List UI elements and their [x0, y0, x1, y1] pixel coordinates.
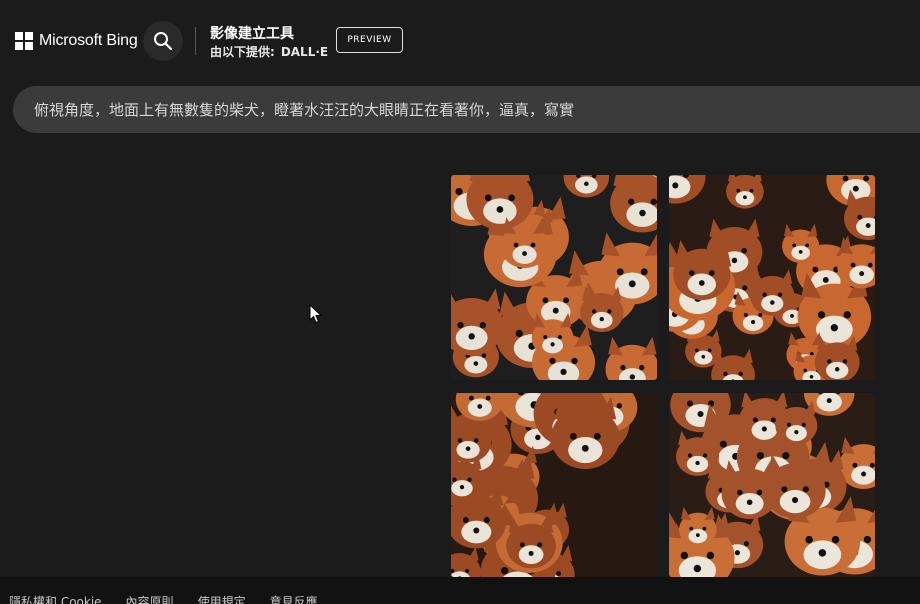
- tool-title: 影像建立工具: [210, 26, 294, 42]
- dog-face: [580, 286, 624, 333]
- dog-face: [673, 240, 731, 301]
- dog-face: [750, 269, 795, 316]
- dog-face: [782, 223, 820, 264]
- microsoft-logo-icon: [15, 32, 33, 50]
- dog-face: [676, 430, 720, 476]
- result-image-2[interactable]: [669, 175, 875, 380]
- dog-face: [726, 175, 764, 209]
- dog-face: [775, 400, 818, 445]
- search-button[interactable]: [143, 21, 183, 61]
- footer-link-feedback[interactable]: 意見反應: [270, 593, 318, 604]
- footer-link-terms[interactable]: 使用規定: [198, 593, 246, 604]
- mouse-pointer-icon: [309, 304, 323, 324]
- tool-subtitle-prefix: 由以下提供:: [210, 45, 275, 59]
- image-results-grid: [451, 175, 875, 577]
- dog-crowd-image: [669, 393, 875, 577]
- preview-button[interactable]: PREVIEW: [336, 27, 403, 53]
- prompt-text: 俯視角度，地面上有無數隻的柴犬，瞪著水汪汪的大眼睛正在看著你，逼真，寫實: [34, 101, 575, 119]
- search-icon: [154, 32, 173, 51]
- image-creator-page: Microsoft Bing 影像建立工具 由以下提供: DALL·E PREVI…: [0, 0, 920, 604]
- result-image-3[interactable]: [451, 393, 657, 577]
- dog-face: [550, 396, 620, 469]
- dog-crowd-image: [451, 393, 657, 577]
- dog-crowd-image: [451, 175, 657, 380]
- result-image-4[interactable]: [669, 393, 875, 577]
- dog-face: [500, 217, 549, 269]
- result-image-1[interactable]: [451, 175, 657, 380]
- tool-subtitle: 由以下提供: DALL·E: [210, 43, 328, 60]
- dog-face: [506, 516, 556, 569]
- prompt-input[interactable]: 俯視角度，地面上有無數隻的柴犬，瞪著水汪汪的大眼睛正在看著你，逼真，寫實: [13, 86, 920, 133]
- bing-logo-link[interactable]: Microsoft Bing: [15, 30, 138, 52]
- footer-link-privacy[interactable]: 隱私權和 Cookie: [9, 593, 102, 604]
- header-divider: [195, 27, 196, 55]
- header: Microsoft Bing 影像建立工具 由以下提供: DALL·E PREVI…: [0, 0, 920, 82]
- dog-face: [531, 313, 574, 357]
- dog-face: [764, 454, 826, 519]
- footer-links: 隱私權和 Cookie 內容原則 使用規定 意見反應: [9, 593, 318, 604]
- tool-provider: DALL·E: [280, 45, 329, 59]
- brand-name: Microsoft Bing: [39, 32, 138, 49]
- dog-crowd-image: [669, 175, 875, 380]
- footer-link-content-policy[interactable]: 內容原則: [126, 593, 174, 604]
- footer: 隱私權和 Cookie 內容原則 使用規定 意見反應: [0, 577, 920, 604]
- dog-face: [679, 506, 717, 547]
